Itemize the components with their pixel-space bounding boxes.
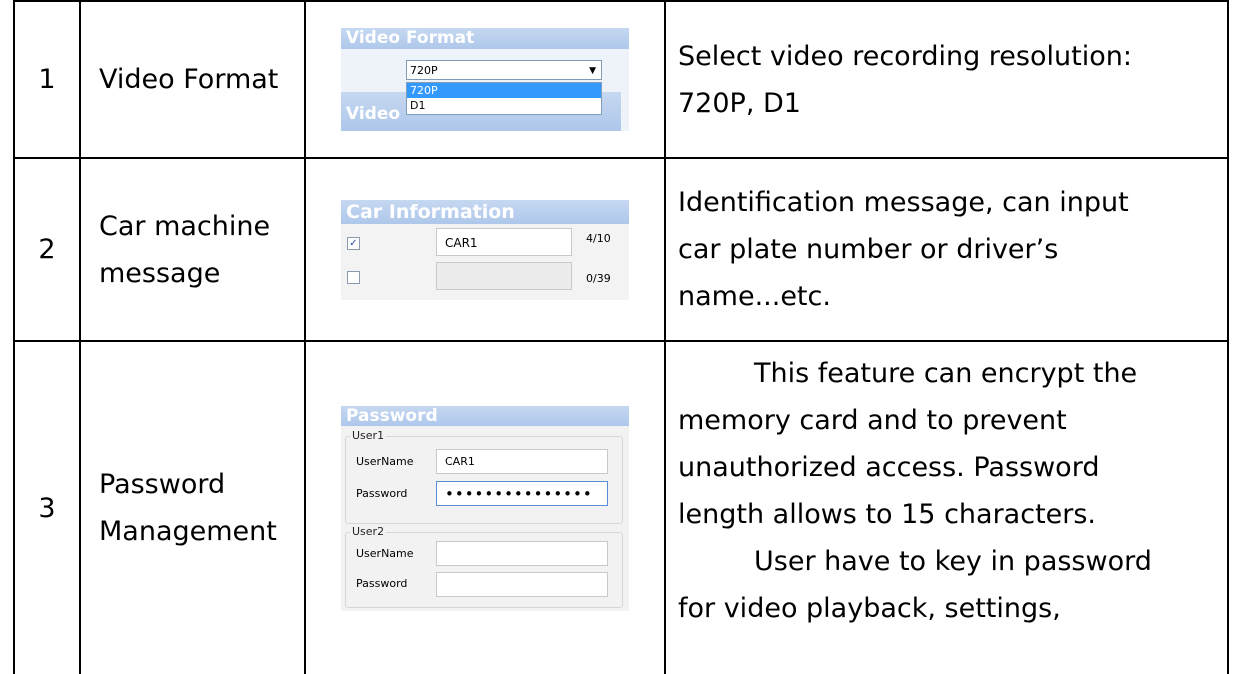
group-label: User1 [350, 428, 387, 442]
feature-description: This feature can encrypt the memory card… [664, 340, 1229, 674]
car-info-row: 0/39 [341, 261, 629, 292]
description-line: for video playback, settings, [678, 593, 1061, 624]
settings-table: 1 Video Format Video Format Video 720P ▼… [13, 0, 1229, 674]
description-line: unauthorized access. Password [678, 452, 1100, 483]
password-label: Password [356, 486, 408, 500]
video-format-options[interactable]: 720P D1 [406, 82, 602, 115]
option-720p[interactable]: 720P [407, 83, 601, 98]
row-number: 2 [13, 157, 81, 342]
feature-name-line: message [99, 257, 221, 289]
feature-name-line: Management [99, 516, 277, 547]
car-information-panel: Car Information ✓ CAR1 4/10 0/39 [341, 199, 629, 300]
username-label: UserName [356, 546, 414, 560]
user1-group: User1 UserName CAR1 Password •••••••••••… [345, 428, 623, 524]
table-row: 1 Video Format Video Format Video 720P ▼… [13, 0, 1229, 159]
description-line: name...etc. [678, 281, 831, 312]
table-row: 2 Car machine message Car Information ✓ … [13, 157, 1229, 342]
ui-screenshot: Password User1 UserName CAR1 Password ••… [304, 340, 666, 674]
car-info-field[interactable] [436, 261, 572, 290]
password-label: Password [356, 576, 408, 590]
secondary-header-label: Video [346, 104, 401, 124]
user2-username-input[interactable] [436, 540, 608, 566]
user1-username-input[interactable]: CAR1 [436, 448, 608, 474]
feature-description: Select video recording resolution: 720P,… [664, 0, 1229, 159]
panel-header: Password [341, 405, 629, 426]
feature-name-line: Car machine [99, 210, 271, 242]
description-line: Identification message, can input [678, 187, 1129, 218]
feature-description: Identification message, can input car pl… [664, 157, 1229, 342]
description-line: memory card and to prevent [678, 405, 1067, 436]
description-line: 720P, D1 [678, 87, 801, 119]
ui-screenshot: Video Format Video 720P ▼ 720P D1 [304, 0, 666, 159]
checkbox-checked[interactable]: ✓ [347, 236, 360, 250]
ui-screenshot: Car Information ✓ CAR1 4/10 0/39 [304, 157, 666, 342]
description-line: car plate number or driver’s [678, 234, 1059, 265]
dropdown-arrow-icon[interactable]: ▼ [589, 61, 596, 81]
user1-password-input[interactable]: ••••••••••••••• [436, 480, 608, 506]
feature-name: Video Format [79, 0, 306, 159]
row-number: 1 [13, 0, 81, 159]
row-number: 3 [13, 340, 81, 674]
table-row: 3 Password Management Password User1 Use… [13, 340, 1229, 674]
password-panel: Password User1 UserName CAR1 Password ••… [341, 405, 629, 611]
checkbox-unchecked[interactable] [347, 270, 360, 284]
description-line: User have to key in password [754, 546, 1152, 577]
option-d1[interactable]: D1 [407, 98, 601, 113]
group-label: User2 [350, 524, 387, 538]
char-count: 4/10 [586, 231, 611, 245]
description-line: length allows to 15 characters. [678, 499, 1097, 530]
char-count: 0/39 [586, 271, 611, 285]
selected-value: 720P [410, 64, 438, 77]
description-line: This feature can encrypt the [754, 358, 1138, 389]
panel-header: Video Format [341, 28, 629, 49]
feature-name-line: Video Format [99, 64, 279, 95]
feature-name: Password Management [79, 340, 306, 674]
feature-name-line: Password [99, 469, 226, 500]
user2-group: User2 UserName Password [345, 524, 623, 608]
car-info-row: ✓ CAR1 4/10 [341, 227, 629, 258]
video-format-select[interactable]: 720P ▼ [406, 60, 602, 80]
video-format-panel: Video Format Video 720P ▼ 720P D1 [341, 28, 629, 131]
username-label: UserName [356, 454, 414, 468]
user2-password-input[interactable] [436, 571, 608, 597]
panel-header: Car Information [341, 199, 629, 224]
description-line: Select video recording resolution: [678, 40, 1132, 72]
car-info-field[interactable]: CAR1 [436, 227, 572, 256]
feature-name: Car machine message [79, 157, 306, 342]
